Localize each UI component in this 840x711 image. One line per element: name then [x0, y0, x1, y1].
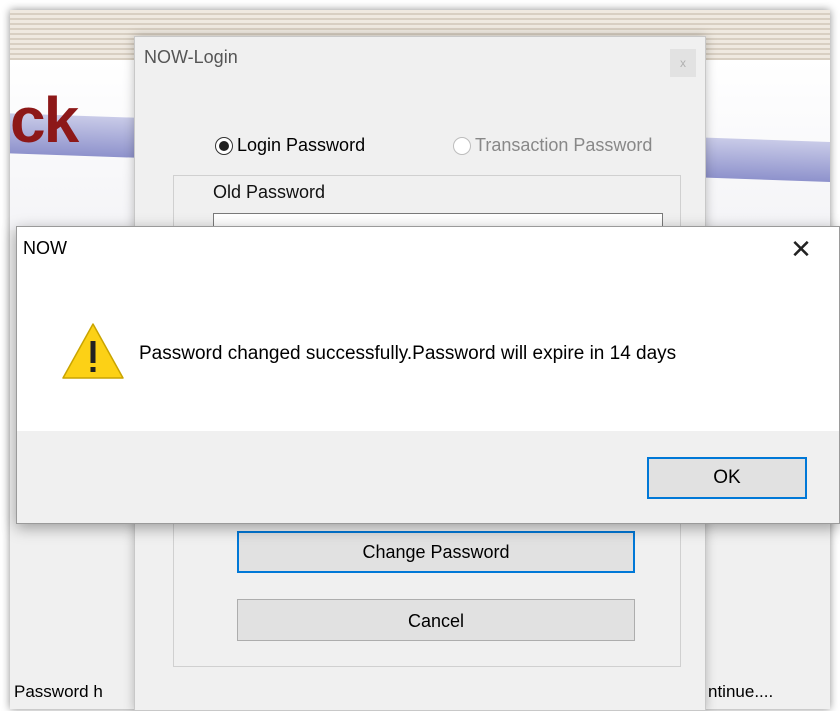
login-close-button[interactable]: x: [670, 49, 696, 77]
radio-unselected-icon: [453, 136, 471, 155]
message-box-title: NOW: [23, 238, 67, 258]
message-text: Password changed successfully.Password w…: [139, 343, 677, 364]
message-close-button[interactable]: ✕: [783, 233, 819, 265]
cancel-button[interactable]: Cancel: [237, 599, 635, 641]
old-password-label: Old Password: [213, 182, 326, 202]
transaction-password-radio[interactable]: Transaction Password: [453, 135, 652, 156]
message-box: NOW ✕ Password changed successfully.Pass…: [16, 226, 840, 524]
ok-button[interactable]: OK: [647, 457, 807, 499]
status-text: Password h: [14, 682, 103, 701]
login-password-radio-label: Login Password: [237, 135, 366, 155]
login-dialog-title: NOW-Login: [144, 47, 238, 67]
login-password-radio[interactable]: Login Password: [215, 135, 365, 156]
transaction-password-radio-label: Transaction Password: [475, 135, 653, 155]
change-password-button[interactable]: Change Password: [237, 531, 635, 573]
app-logo: ck: [10, 84, 79, 156]
warning-icon: [62, 323, 124, 379]
radio-selected-icon: [215, 136, 233, 155]
status-continue-text: ntinue....: [708, 682, 774, 701]
